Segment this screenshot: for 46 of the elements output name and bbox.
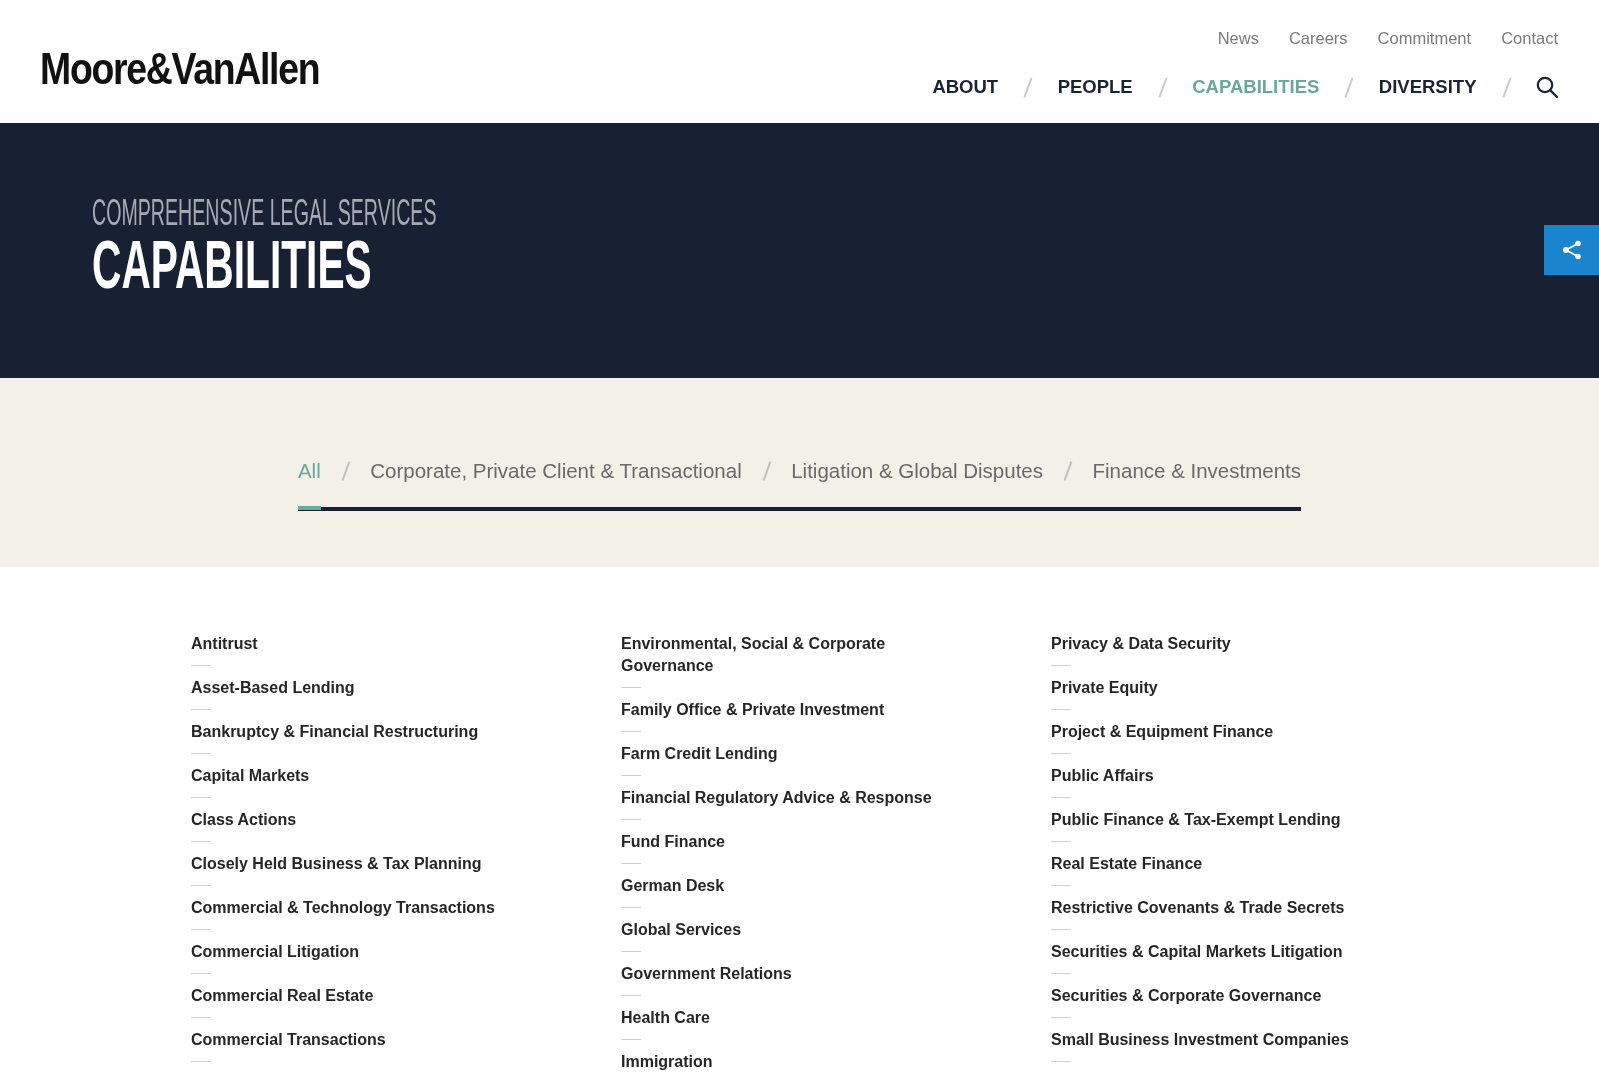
search-icon[interactable] [1536,76,1558,98]
capability-link[interactable]: Restrictive Covenants & Trade Secrets [1051,897,1345,919]
capability-link[interactable]: Public Affairs [1051,765,1154,787]
capability-link[interactable]: Capital Markets [191,765,310,787]
capability-link[interactable]: Farm Credit Lending [621,743,778,765]
filter-tab[interactable]: Corporate, Private Client & Transactional [370,459,742,510]
share-button[interactable] [1544,225,1599,275]
utility-link[interactable]: Contact [1501,28,1558,48]
utility-link[interactable]: News [1217,28,1259,48]
capability-link[interactable]: Public Finance & Tax-Exempt Lending [1051,809,1341,831]
capability-link[interactable]: Securities & Corporate Governance [1051,985,1322,1007]
capability-link[interactable]: Bankruptcy & Financial Restructuring [191,721,479,743]
capability-link[interactable]: Immigration [621,1051,713,1073]
capability-link[interactable]: Privacy & Data Security [1051,633,1231,655]
capability-link[interactable]: Securities & Capital Markets Litigation [1051,941,1343,963]
capability-link[interactable]: Closely Held Business & Tax Planning [191,853,482,875]
share-icon [1561,240,1582,260]
capability-link[interactable]: Project & Equipment Finance [1051,721,1274,743]
capability-link[interactable]: Antitrust [191,633,258,655]
hero-eyebrow: COMPREHENSIVE LEGAL SERVICES [92,195,437,231]
capability-link[interactable]: Commercial Litigation [191,941,360,963]
nav-link[interactable]: ABOUT [932,75,999,99]
capability-link[interactable]: German Desk [621,875,725,897]
nav-link[interactable]: PEOPLE [1057,75,1133,99]
capability-link[interactable]: Commercial & Technology Transactions [191,897,495,919]
page-title: CAPABILITIES [92,230,372,299]
utility-link[interactable]: Careers [1288,28,1348,48]
capability-link[interactable]: Government Relations [621,963,792,985]
capability-link[interactable]: Health Care [621,1007,710,1029]
nav-link[interactable]: DIVERSITY [1378,75,1477,99]
logo[interactable]: Moore&VanAllen [40,46,320,91]
capability-link[interactable]: Financial Regulatory Advice & Response [621,787,932,809]
capability-link[interactable]: Family Office & Private Investment [621,699,885,721]
filter-tab[interactable]: Litigation & Global Disputes [791,459,1044,510]
capability-link[interactable]: Commercial Real Estate [191,985,374,1007]
capability-link[interactable]: Environmental, Social & Corporate Governance [621,633,951,677]
capability-link[interactable]: Commercial Transactions [191,1029,386,1051]
filter-tab[interactable]: Finance & Investments [1092,459,1302,510]
capability-link[interactable]: Fund Finance [621,831,725,853]
utility-link[interactable]: Commitment [1377,28,1472,48]
capability-link[interactable]: Global Services [621,919,742,941]
capability-link[interactable]: Small Business Investment Companies [1051,1029,1349,1051]
capability-link[interactable]: Real Estate Finance [1051,853,1203,875]
capability-link[interactable]: Asset-Based Lending [191,677,355,699]
capability-link[interactable]: Private Equity [1051,677,1158,699]
capability-link[interactable]: Class Actions [191,809,297,831]
